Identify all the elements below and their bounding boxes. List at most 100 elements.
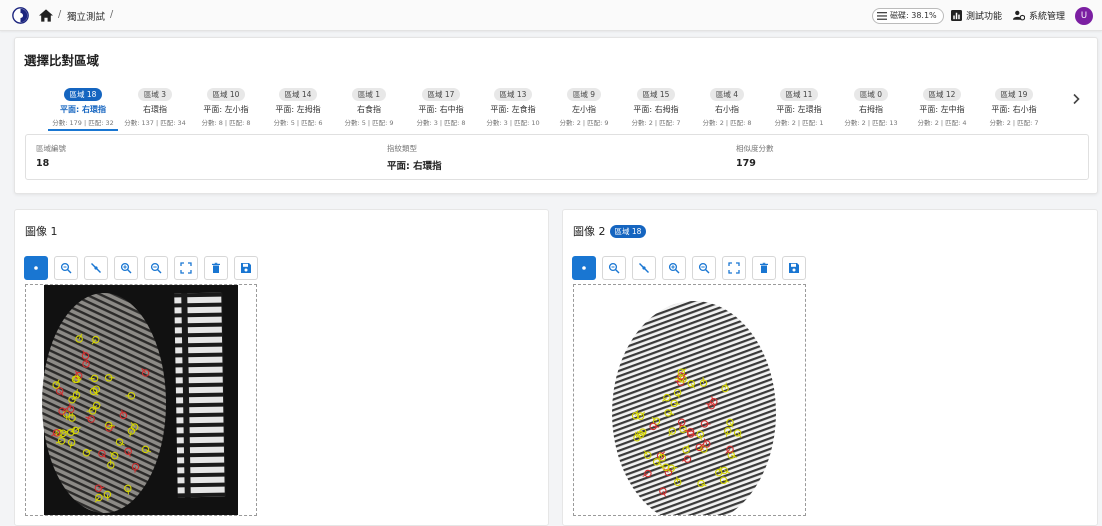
region-tab-name: 平面: 左拇指 — [275, 105, 321, 114]
image-1-canvas[interactable] — [25, 284, 257, 516]
region-tab-score: 分數: 2 | 匹配: 7 — [989, 119, 1039, 127]
region-tab-score: 分數: 2 | 匹配: 13 — [844, 119, 898, 127]
zoom-in-button[interactable] — [662, 256, 686, 280]
region-tab-score: 分數: 2 | 匹配: 9 — [559, 119, 609, 127]
save-icon — [241, 263, 251, 273]
region-tab-score: 分數: 137 | 匹配: 34 — [124, 119, 186, 127]
region-tab[interactable]: 區域 14 平面: 左拇指 分數: 5 | 匹配: 6 — [263, 82, 333, 128]
image-1-toolbar — [24, 256, 258, 280]
image-2-title-text: 圖像 2 — [573, 225, 606, 238]
image-2-panel: 圖像 2 區域 18 — [562, 209, 1098, 526]
region-tab-score: 分數: 5 | 匹配: 9 — [344, 119, 394, 127]
delete-button[interactable] — [752, 256, 776, 280]
region-selection-card: 選擇比對區域 區域 18 平面: 右環指 分數: 179 | 匹配: 32 區域 3右… — [14, 37, 1098, 194]
search-minutiae-icon — [608, 262, 620, 274]
region-tab-score: 分數: 5 | 匹配: 6 — [273, 119, 323, 127]
chevron-right-icon[interactable] — [1071, 93, 1081, 105]
region-tab-chip: 區域 4 — [709, 88, 745, 101]
region-tab-chip: 區域 18 — [63, 88, 103, 101]
minutia-direction — [88, 377, 95, 380]
region-tab-name: 平面: 右中指 — [418, 105, 464, 114]
fit-screen-icon — [728, 262, 740, 274]
region-tab-name: 右環指 — [143, 105, 167, 114]
fingerprint-image-2[interactable] — [574, 285, 805, 525]
system-admin-button[interactable]: 系統管理 — [1013, 9, 1065, 22]
region-tab[interactable]: 區域 17 平面: 右中指 分數: 3 | 匹配: 8 — [406, 82, 476, 128]
region-tab[interactable]: 區域 1 右食指 分數: 5 | 匹配: 9 — [334, 82, 404, 128]
region-tab-score: 分數: 3 | 匹配: 10 — [486, 119, 540, 127]
eye-button[interactable] — [572, 256, 596, 280]
region-tab-name: 平面: 左食指 — [490, 105, 536, 114]
region-number-value: 18 — [36, 158, 50, 169]
search-minutiae-button[interactable] — [602, 256, 626, 280]
minutia-direction — [109, 459, 112, 466]
list-icon — [877, 12, 887, 20]
zoom-in-button[interactable] — [114, 256, 138, 280]
print-type-field: 指紋類型 平面: 右環指 — [387, 143, 442, 172]
region-tab[interactable]: 區域 4 右小指 分數: 2 | 匹配: 8 — [692, 82, 762, 128]
region-tab[interactable]: 區域 19 平面: 右小指 分數: 2 | 匹配: 7 — [979, 82, 1049, 128]
region-tab-chip: 區域 19 — [994, 88, 1034, 101]
region-tab-chip: 區域 15 — [636, 88, 676, 101]
delete-icon — [212, 262, 220, 273]
print-type-value: 平面: 右環指 — [387, 161, 442, 172]
region-tab[interactable]: 區域 3 右環指 分數: 137 | 匹配: 34 — [120, 82, 190, 128]
disk-usage-badge: 磁碟: 38.1% — [872, 8, 944, 24]
save-button[interactable] — [782, 256, 806, 280]
zoom-out-button[interactable] — [144, 256, 168, 280]
region-tab[interactable]: 區域 15 平面: 右拇指 分數: 2 | 匹配: 7 — [621, 82, 691, 128]
region-number-field: 區域編號 18 — [36, 143, 66, 169]
image-1-panel: 圖像 1 — [14, 209, 549, 526]
region-tab[interactable]: 區域 10 平面: 左小指 分數: 8 | 匹配: 8 — [191, 82, 261, 128]
fit-screen-button[interactable] — [174, 256, 198, 280]
region-tab[interactable]: 區域 11 平面: 左環指 分數: 2 | 匹配: 1 — [764, 82, 834, 128]
region-tab[interactable]: 區域 18 平面: 右環指 分數: 179 | 匹配: 32 — [48, 82, 118, 131]
image-1-title: 圖像 1 — [25, 223, 58, 239]
region-tab-name: 平面: 右小指 — [991, 105, 1037, 114]
fit-screen-button[interactable] — [722, 256, 746, 280]
eye-off-button[interactable] — [84, 256, 108, 280]
eye-off-button[interactable] — [632, 256, 656, 280]
search-minutiae-icon — [60, 262, 72, 274]
region-tab-chip: 區域 1 — [351, 88, 387, 101]
region-tab-score: 分數: 2 | 匹配: 1 — [774, 119, 824, 127]
region-tab-chip: 區域 17 — [421, 88, 461, 101]
region-tab-name: 平面: 右環指 — [60, 105, 106, 114]
app-logo-icon[interactable] — [12, 7, 29, 24]
region-tab[interactable]: 區域 9 左小指 分數: 2 | 匹配: 9 — [549, 82, 619, 128]
image-2-toolbar — [572, 256, 806, 280]
region-tab-chip: 區域 9 — [566, 88, 602, 101]
image-1-title-text: 圖像 1 — [25, 225, 58, 238]
fit-screen-icon — [180, 262, 192, 274]
eye-button[interactable] — [24, 256, 48, 280]
image-2-region-badge: 區域 18 — [609, 224, 647, 238]
test-feature-button[interactable]: 測試功能 — [951, 9, 1002, 22]
user-avatar[interactable]: U — [1075, 7, 1093, 25]
fingerprint-image-1[interactable] — [26, 285, 256, 515]
breadcrumb-current[interactable]: 獨立測試 — [67, 9, 105, 23]
region-tab[interactable]: 區域 0 右拇指 分數: 2 | 匹配: 13 — [836, 82, 906, 128]
home-icon[interactable] — [39, 9, 53, 22]
region-tab[interactable]: 區域 12 平面: 左中指 分數: 2 | 匹配: 4 — [907, 82, 977, 128]
delete-button[interactable] — [204, 256, 228, 280]
top-bar: / 獨立測試 / 磁碟: 38.1% 測試功能 系統管理 U — [0, 0, 1102, 31]
search-minutiae-button[interactable] — [54, 256, 78, 280]
minutia-direction — [127, 488, 129, 495]
region-number-label: 區域編號 — [36, 144, 66, 153]
zoom-in-icon — [668, 262, 680, 274]
region-info-box: 區域編號 18 指紋類型 平面: 右環指 相似度分數 179 — [25, 134, 1089, 180]
region-tab-chip: 區域 11 — [779, 88, 819, 101]
image-2-canvas[interactable] — [573, 284, 806, 525]
region-tab-score: 分數: 179 | 匹配: 32 — [52, 119, 114, 127]
test-feature-label: 測試功能 — [966, 12, 1003, 22]
minutia-direction — [106, 494, 109, 501]
zoom-out-button[interactable] — [692, 256, 716, 280]
admin-users-icon — [1013, 10, 1025, 21]
region-tab-name: 平面: 左小指 — [203, 105, 249, 114]
zoom-out-icon — [150, 262, 162, 274]
minutia-direction — [134, 466, 136, 473]
region-tab[interactable]: 區域 13 平面: 左食指 分數: 3 | 匹配: 10 — [478, 82, 548, 128]
save-button[interactable] — [234, 256, 258, 280]
region-tab-chip: 區域 13 — [493, 88, 533, 101]
eye-off-icon — [91, 263, 101, 273]
